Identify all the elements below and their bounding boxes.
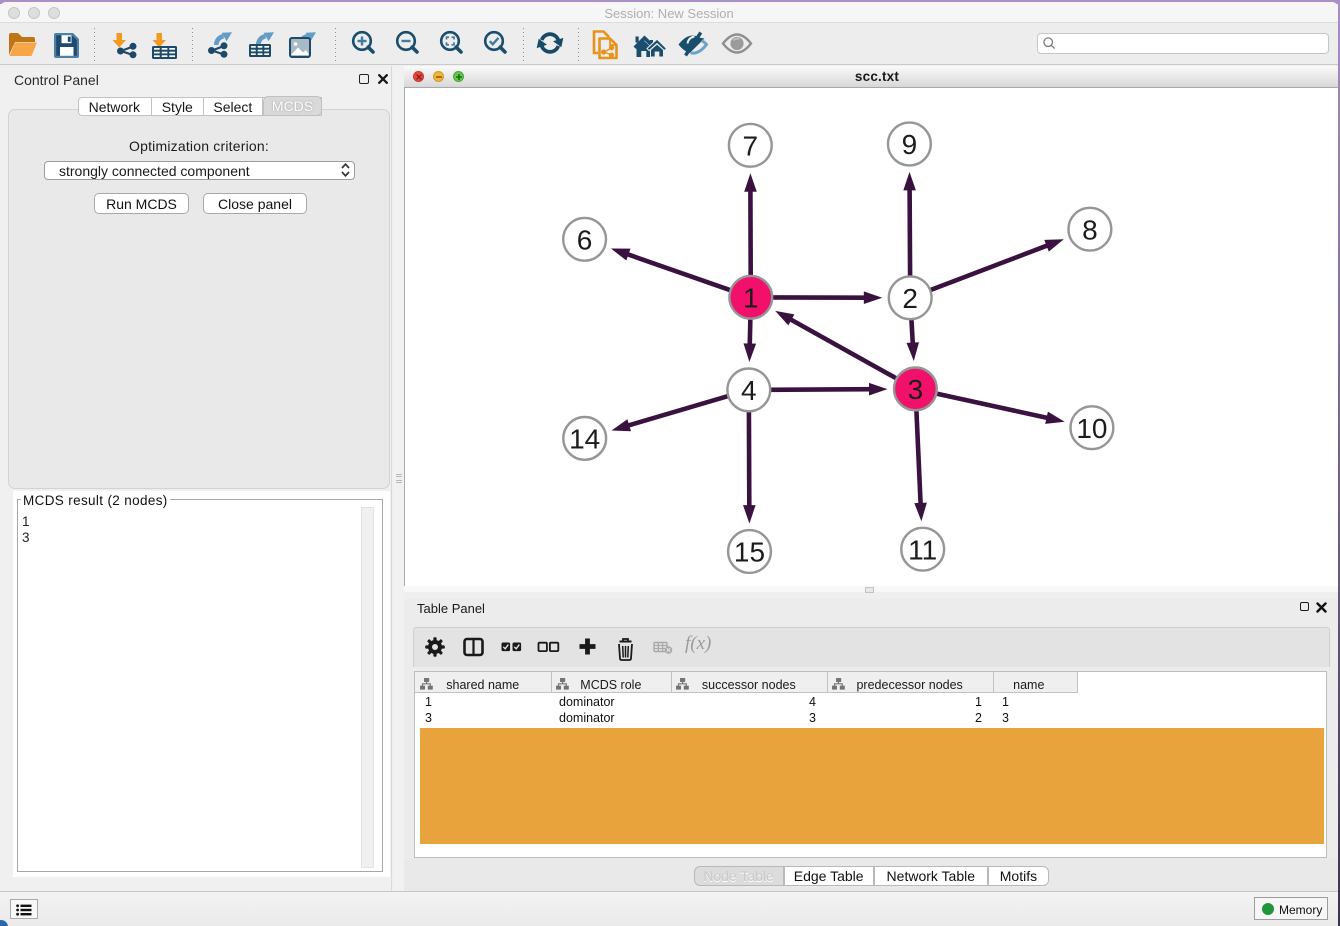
svg-text:9: 9	[902, 129, 918, 160]
svg-text:8: 8	[1082, 214, 1098, 245]
svg-text:6: 6	[577, 224, 593, 255]
svg-text:4: 4	[741, 375, 757, 406]
svg-text:14: 14	[569, 424, 600, 455]
svg-text:15: 15	[734, 537, 765, 568]
svg-text:7: 7	[743, 130, 759, 161]
svg-text:11: 11	[908, 534, 937, 565]
svg-text:10: 10	[1076, 413, 1107, 444]
svg-text:1: 1	[743, 282, 759, 313]
svg-text:2: 2	[902, 283, 918, 314]
svg-text:3: 3	[908, 374, 924, 405]
